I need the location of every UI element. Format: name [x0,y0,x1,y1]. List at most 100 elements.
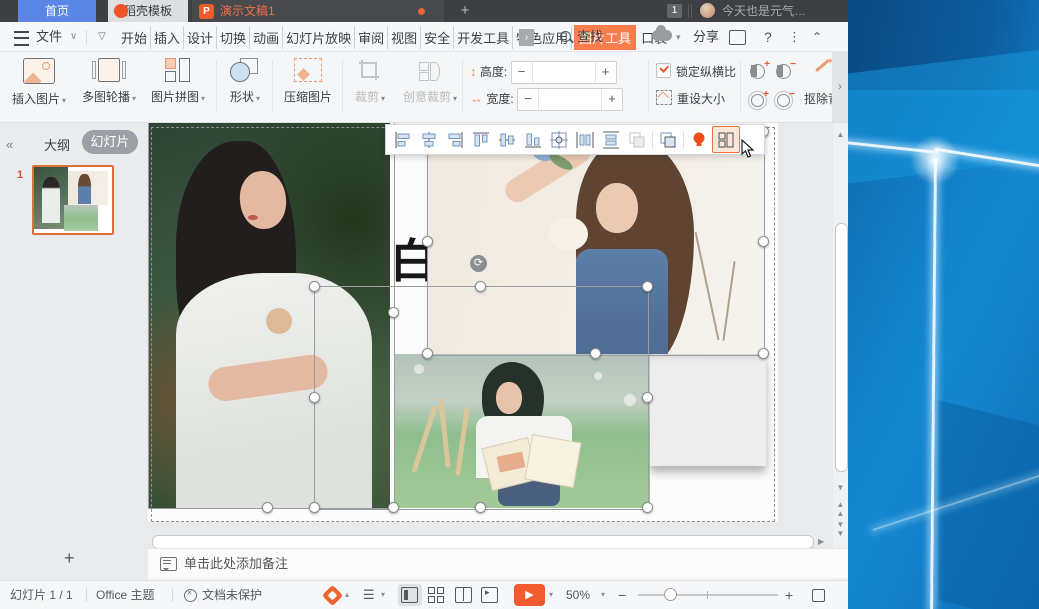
ribbon-tab-security[interactable]: 安全 [421,26,454,49]
resize-handle[interactable] [475,502,486,513]
resize-handle[interactable] [758,236,769,247]
zoom-in-button[interactable]: + [785,581,793,609]
resize-handle[interactable] [309,281,320,292]
help-icon[interactable]: ? [764,22,772,52]
beautify-icon[interactable] [322,585,343,606]
smart-lightbulb-icon[interactable] [686,127,712,152]
align-top-icon[interactable] [468,127,494,152]
fit-slide-icon[interactable] [812,589,825,602]
collapse-panel-icon[interactable]: « [6,137,13,152]
user-name[interactable]: 今天也是元气… [722,0,806,22]
new-tab-button[interactable]: + [455,2,475,20]
brightness-decrease-button[interactable]: − [777,94,790,112]
cloud-sync-icon[interactable] [652,30,672,41]
height-stepper[interactable]: − + [511,61,617,84]
ribbon-tab-insert[interactable]: 插入 [151,26,184,49]
scroll-up-icon[interactable]: ▲ [836,130,845,139]
distribute-horizontal-icon[interactable] [572,127,598,152]
ribbon-tab-slideshow[interactable]: 幻灯片放映 [283,26,355,49]
resize-handle[interactable] [642,392,653,403]
file-caret-icon[interactable]: ∨ [70,22,77,52]
window-count-badge[interactable]: 1 [667,4,682,18]
resize-handle[interactable] [758,348,769,359]
resize-handle[interactable] [590,348,601,359]
resize-handle[interactable] [309,502,320,513]
resize-handle[interactable] [388,307,399,318]
ribbon-tab-view[interactable]: 视图 [388,26,421,49]
checkbox-checked-icon[interactable] [656,63,671,78]
resize-handle[interactable] [642,502,653,513]
tab-outline[interactable]: 大纲 [44,135,70,154]
user-avatar[interactable] [700,3,715,18]
contrast-decrease-button[interactable]: − [776,64,791,84]
contrast-increase-button[interactable]: + [750,64,765,84]
ribbon-tab-design[interactable]: 设计 [184,26,217,49]
rotate-handle[interactable]: ⟳ [470,255,487,272]
align-middle-vertical-icon[interactable] [494,127,520,152]
zoom-slider-track[interactable] [638,594,778,596]
reset-size-button[interactable]: 重设大小 [656,90,725,107]
picture-collage-button[interactable]: 图片拼图▾ [147,58,209,105]
ribbon-tab-review[interactable]: 审阅 [355,26,388,49]
bring-to-order-icon[interactable] [655,127,681,152]
file-menu[interactable]: 文件 [36,22,62,52]
ribbon-tab-start[interactable]: 开始 [118,26,151,49]
align-left-icon[interactable] [390,127,416,152]
resize-handle[interactable] [262,502,273,513]
reading-view-icon[interactable] [455,587,472,603]
resize-handle[interactable] [422,236,433,247]
zoom-level[interactable]: 50% [566,581,590,609]
cast-screen-icon[interactable] [729,30,746,45]
quick-access-caret-icon[interactable]: ▽ [98,22,106,52]
ribbon-tab-animation[interactable]: 动画 [250,26,283,49]
add-slide-button[interactable]: + [64,548,75,569]
collapse-ribbon-icon[interactable]: ⌃ [812,22,822,52]
align-center-horizontal-icon[interactable] [416,127,442,152]
scroll-right-icon[interactable]: ▶ [818,537,824,546]
width-plus-button[interactable]: + [601,89,622,110]
view-normal-selected[interactable] [398,584,422,606]
theme-name[interactable]: Office 主题 [96,581,154,609]
search-button[interactable]: 查找 [577,22,603,52]
ribbon-tab-transition[interactable]: 切换 [217,26,250,49]
picture-layout-icon[interactable] [712,126,740,153]
notes-bar[interactable]: 单击此处添加备注 [148,548,848,578]
tab-slides[interactable]: 幻灯片 [82,130,138,154]
notes-toggle-caret-icon[interactable]: ▾ [381,581,385,609]
resize-handle[interactable] [642,281,653,292]
tab-home[interactable]: 首页 [18,0,96,22]
resize-handle[interactable] [309,392,320,403]
shapes-button[interactable]: 形状▾ [222,58,268,105]
width-minus-button[interactable]: − [518,89,539,110]
cloud-caret-icon[interactable]: ▾ [676,22,681,52]
notes-toggle-icon[interactable]: ☰ [363,581,375,609]
resize-handle[interactable] [422,348,433,359]
distribute-vertical-icon[interactable] [598,127,624,152]
multi-picture-carousel-button[interactable]: 多图轮播▾ [78,58,140,105]
height-plus-button[interactable]: + [595,62,616,83]
horizontal-scrollbar[interactable] [152,535,814,548]
zoom-out-button[interactable]: − [618,581,626,609]
next-slide-icon[interactable]: ▼▼ [836,520,845,538]
search-icon[interactable] [560,31,571,42]
compress-picture-button[interactable]: 压缩图片 [278,58,338,105]
presenter-view-icon[interactable] [481,587,498,603]
vertical-scrollbar-thumb[interactable] [835,223,848,472]
zoom-caret-icon[interactable]: ▾ [601,581,605,609]
resize-handle[interactable] [475,281,486,292]
align-right-icon[interactable] [442,127,468,152]
ribbon-tab-developer[interactable]: 开发工具 [454,26,513,49]
protection-status[interactable]: 文档未保护 [202,581,262,609]
center-on-slide-icon[interactable] [546,127,572,152]
more-options-icon[interactable]: ⋮ [788,22,801,52]
tab-overflow-button[interactable]: › [519,29,534,46]
notes-placeholder[interactable]: 单击此处添加备注 [184,549,288,579]
slide-sorter-view-icon[interactable] [428,587,445,603]
beautify-caret-icon[interactable]: ▴ [345,581,349,609]
slideshow-play-button[interactable]: ▶ [514,584,545,606]
insert-picture-button[interactable]: 插入图片▾ [8,58,70,107]
slide-1-thumbnail[interactable] [32,165,114,235]
selection-box-photo3[interactable] [314,286,649,510]
resize-handle[interactable] [388,502,399,513]
scroll-down-icon[interactable]: ▼ [836,483,845,492]
